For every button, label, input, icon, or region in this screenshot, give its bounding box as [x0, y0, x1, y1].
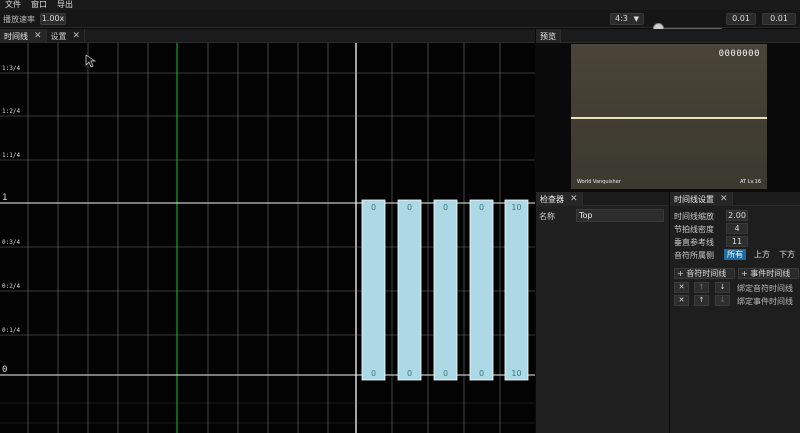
- inspector-panel: 名称 Top: [536, 206, 669, 433]
- tab-timeline-settings[interactable]: 时间线设置 ✕: [670, 192, 733, 206]
- add-note-timeline-button[interactable]: + 音符时间线: [674, 268, 735, 279]
- beat-label: 0:2/4: [2, 283, 20, 290]
- tab-label: 设置: [50, 31, 67, 41]
- tab-label: 时间线: [4, 31, 28, 41]
- remove-event-timeline-button[interactable]: ✕: [674, 295, 689, 306]
- beat-label: 1:1/4: [2, 152, 20, 159]
- name-field[interactable]: Top: [576, 209, 664, 222]
- column-bottom-value: 0: [407, 369, 412, 378]
- density-field[interactable]: 4: [726, 223, 748, 234]
- song-title: World Vanquisher: [577, 179, 621, 185]
- beat-label: 0: [2, 365, 7, 375]
- value-field-b[interactable]: 0.01: [762, 13, 796, 25]
- tab-inspector[interactable]: 检查器 ✕: [536, 192, 583, 206]
- playback-rate-field[interactable]: 1.00x: [40, 13, 66, 25]
- chevron-down-icon: ▼: [633, 15, 639, 23]
- bind-event-timeline-label[interactable]: 绑定事件时间线: [737, 296, 793, 307]
- aspect-ratio-select[interactable]: 4:3 ▼: [610, 13, 644, 25]
- vertical-ref-label: 垂直参考线: [674, 238, 714, 247]
- level-label: AT Lv.16: [740, 179, 761, 185]
- tab-timeline[interactable]: 时间线 ✕: [0, 29, 47, 43]
- zoom-label: 时间线缩放: [674, 212, 714, 221]
- beat-label: 1: [2, 193, 7, 203]
- game-preview: 0000000 World Vanquisher AT Lv.16: [571, 44, 767, 189]
- zoom-field[interactable]: 2.00: [726, 210, 748, 221]
- menu-window[interactable]: 窗口: [26, 0, 52, 10]
- menu-export[interactable]: 导出: [52, 0, 78, 10]
- column-bottom-value: 0: [443, 369, 448, 378]
- move-down-icon[interactable]: ↓: [715, 295, 730, 306]
- tab-settings[interactable]: 设置 ✕: [47, 29, 86, 43]
- note-column[interactable]: [397, 199, 422, 381]
- column-bottom-value: 0: [479, 369, 484, 378]
- column-bottom-value: 0: [371, 369, 376, 378]
- side-option-all[interactable]: 所有: [724, 249, 746, 260]
- close-icon[interactable]: ✕: [720, 194, 728, 204]
- column-bottom-value: 10: [511, 369, 521, 378]
- column-top-value: 0: [443, 203, 448, 212]
- vertical-ref-field[interactable]: 11: [726, 236, 748, 247]
- move-up-icon[interactable]: ↑: [694, 295, 709, 306]
- name-label: 名称: [539, 212, 555, 221]
- column-top-value: 0: [407, 203, 412, 212]
- add-event-timeline-button[interactable]: + 事件时间线: [738, 268, 799, 279]
- timeline-settings-panel: 时间线缩放 2.00 节拍线密度 4 垂直参考线 11 音符所属侧 所有 上方 …: [670, 206, 800, 433]
- density-label: 节拍线密度: [674, 225, 714, 234]
- note-side-label: 音符所属侧: [674, 251, 714, 260]
- preview-tab-bar: 预览: [536, 29, 800, 43]
- note-column[interactable]: [433, 199, 458, 381]
- judge-line: [571, 117, 767, 119]
- timeline-grid[interactable]: 1:3/4 1:2/4 1:1/4 1 0:3/4 0:2/4 0:1/4 0 0 0 0 0 0 0 0 0…: [0, 43, 535, 433]
- beat-label: 0:1/4: [2, 327, 20, 334]
- beat-label: 0:3/4: [2, 239, 20, 246]
- note-column[interactable]: [469, 199, 494, 381]
- inspector-tab-bar: 检查器 ✕: [536, 192, 669, 206]
- close-icon[interactable]: ✕: [73, 31, 81, 41]
- tab-label: 时间线设置: [674, 194, 714, 204]
- score-display: 0000000: [718, 49, 760, 59]
- menu-bar: 文件 窗口 导出: [0, 0, 800, 10]
- tab-label: 预览: [540, 31, 556, 41]
- tab-label: 检查器: [540, 194, 564, 204]
- column-top-value: 0: [371, 203, 376, 212]
- tab-preview[interactable]: 预览: [536, 29, 561, 43]
- playback-rate-label: 播放速率: [3, 15, 35, 24]
- column-top-value: 0: [479, 203, 484, 212]
- toolbar: 播放速率 1.00x 4:3 ▼ 0.01 0.01: [0, 10, 800, 34]
- column-top-value: 10: [511, 203, 521, 212]
- side-option-below[interactable]: 下方: [776, 249, 798, 260]
- move-up-icon[interactable]: ↑: [694, 282, 709, 293]
- note-column[interactable]: [361, 199, 386, 381]
- menu-file[interactable]: 文件: [0, 0, 26, 10]
- side-option-above[interactable]: 上方: [751, 249, 773, 260]
- aspect-ratio-value: 4:3: [615, 14, 628, 23]
- timeline-canvas[interactable]: 1:3/4 1:2/4 1:1/4 1 0:3/4 0:2/4 0:1/4 0 0 0 0 0 0 0 0 0…: [0, 43, 535, 433]
- bind-note-timeline-label[interactable]: 绑定音符时间线: [737, 283, 793, 294]
- remove-note-timeline-button[interactable]: ✕: [674, 282, 689, 293]
- note-column[interactable]: [504, 199, 529, 381]
- beat-label: 1:2/4: [2, 108, 20, 115]
- timeline-settings-tab-bar: 时间线设置 ✕: [670, 192, 800, 206]
- close-icon[interactable]: ✕: [570, 194, 578, 204]
- timeline-tab-bar: 时间线 ✕ 设置 ✕: [0, 29, 535, 43]
- value-field-a[interactable]: 0.01: [726, 13, 756, 25]
- beat-label: 1:3/4: [2, 65, 20, 72]
- mouse-cursor-icon: [85, 54, 97, 68]
- close-icon[interactable]: ✕: [34, 31, 42, 41]
- move-down-icon[interactable]: ↓: [715, 282, 730, 293]
